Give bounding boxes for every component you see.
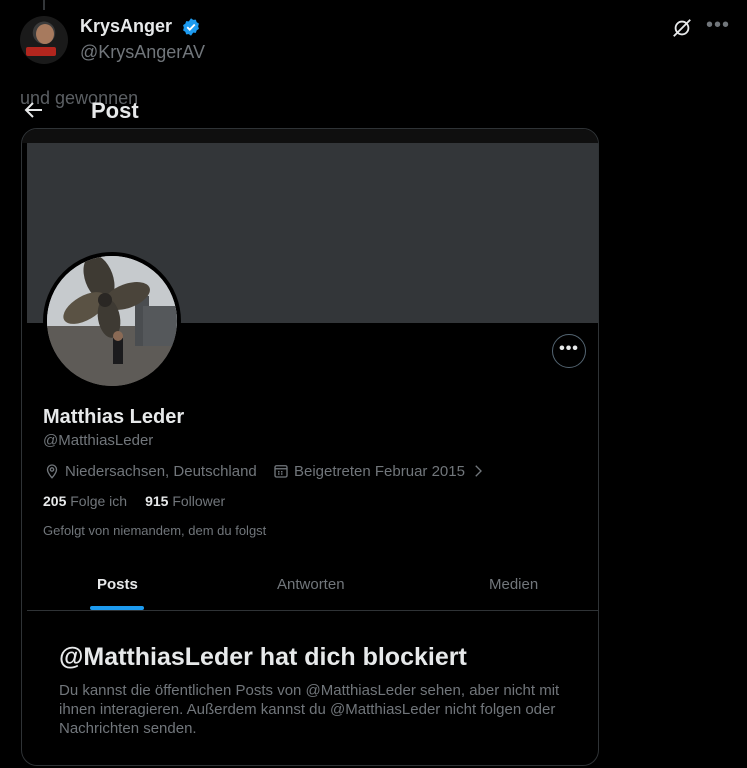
blocked-title: @MatthiasLeder hat dich blockiert — [59, 643, 467, 671]
blocked-description: Du kannst die öffentlichen Posts von @Ma… — [59, 682, 560, 737]
following-link[interactable]: 205 Folge ich — [43, 493, 127, 509]
profile-stats: 205 Folge ich 915 Follower — [43, 493, 225, 509]
avatar-face — [36, 24, 54, 44]
profile-location: Niedersachsen, Deutschland — [43, 462, 257, 480]
tab-posts[interactable]: Posts — [97, 576, 138, 593]
followers-label: Follower — [172, 493, 226, 509]
tab-media[interactable]: Medien — [489, 576, 538, 593]
following-label: Folge ich — [70, 493, 128, 509]
location-text: Niedersachsen, Deutschland — [65, 462, 257, 480]
page-title: Post — [91, 98, 139, 123]
followers-link[interactable]: 915 Follower — [145, 493, 225, 509]
profile-tabs: Posts Antworten Medien — [27, 559, 598, 611]
joined-text: Beigetreten Februar 2015 — [294, 462, 465, 480]
chevron-right-icon — [475, 465, 482, 477]
followers-count: 915 — [145, 493, 169, 509]
location-icon — [46, 464, 58, 479]
active-tab-indicator — [90, 606, 144, 610]
calendar-icon — [274, 465, 288, 478]
following-count: 205 — [43, 493, 67, 509]
grok-icon[interactable] — [671, 17, 693, 39]
profile-joined[interactable]: Beigetreten Februar 2015 — [272, 462, 487, 480]
thread-line — [43, 0, 45, 10]
more-options-button[interactable]: ••• — [706, 14, 730, 37]
avatar-propeller-image — [47, 256, 177, 386]
card-top-edge — [22, 129, 598, 143]
back-arrow-icon[interactable] — [22, 98, 46, 122]
tweet-author-avatar[interactable] — [20, 16, 68, 64]
profile-more-button[interactable]: ••• — [552, 334, 586, 368]
verified-badge-icon — [183, 18, 199, 36]
tweet-author-name[interactable]: KrysAnger — [80, 16, 172, 37]
profile-handle: @MatthiasLeder — [43, 432, 154, 449]
profile-name: Matthias Leder — [43, 406, 185, 428]
profile-avatar[interactable] — [43, 252, 181, 390]
profile-screenshot-card[interactable]: ••• Matthias Leder @MatthiasLeder Nieder… — [21, 128, 599, 766]
avatar-band — [26, 47, 56, 56]
followed-by-text: Gefolgt von niemandem, dem du folgst — [43, 523, 267, 538]
tweet-author-handle[interactable]: @KrysAngerAV — [80, 42, 205, 63]
tab-replies[interactable]: Antworten — [277, 576, 345, 593]
